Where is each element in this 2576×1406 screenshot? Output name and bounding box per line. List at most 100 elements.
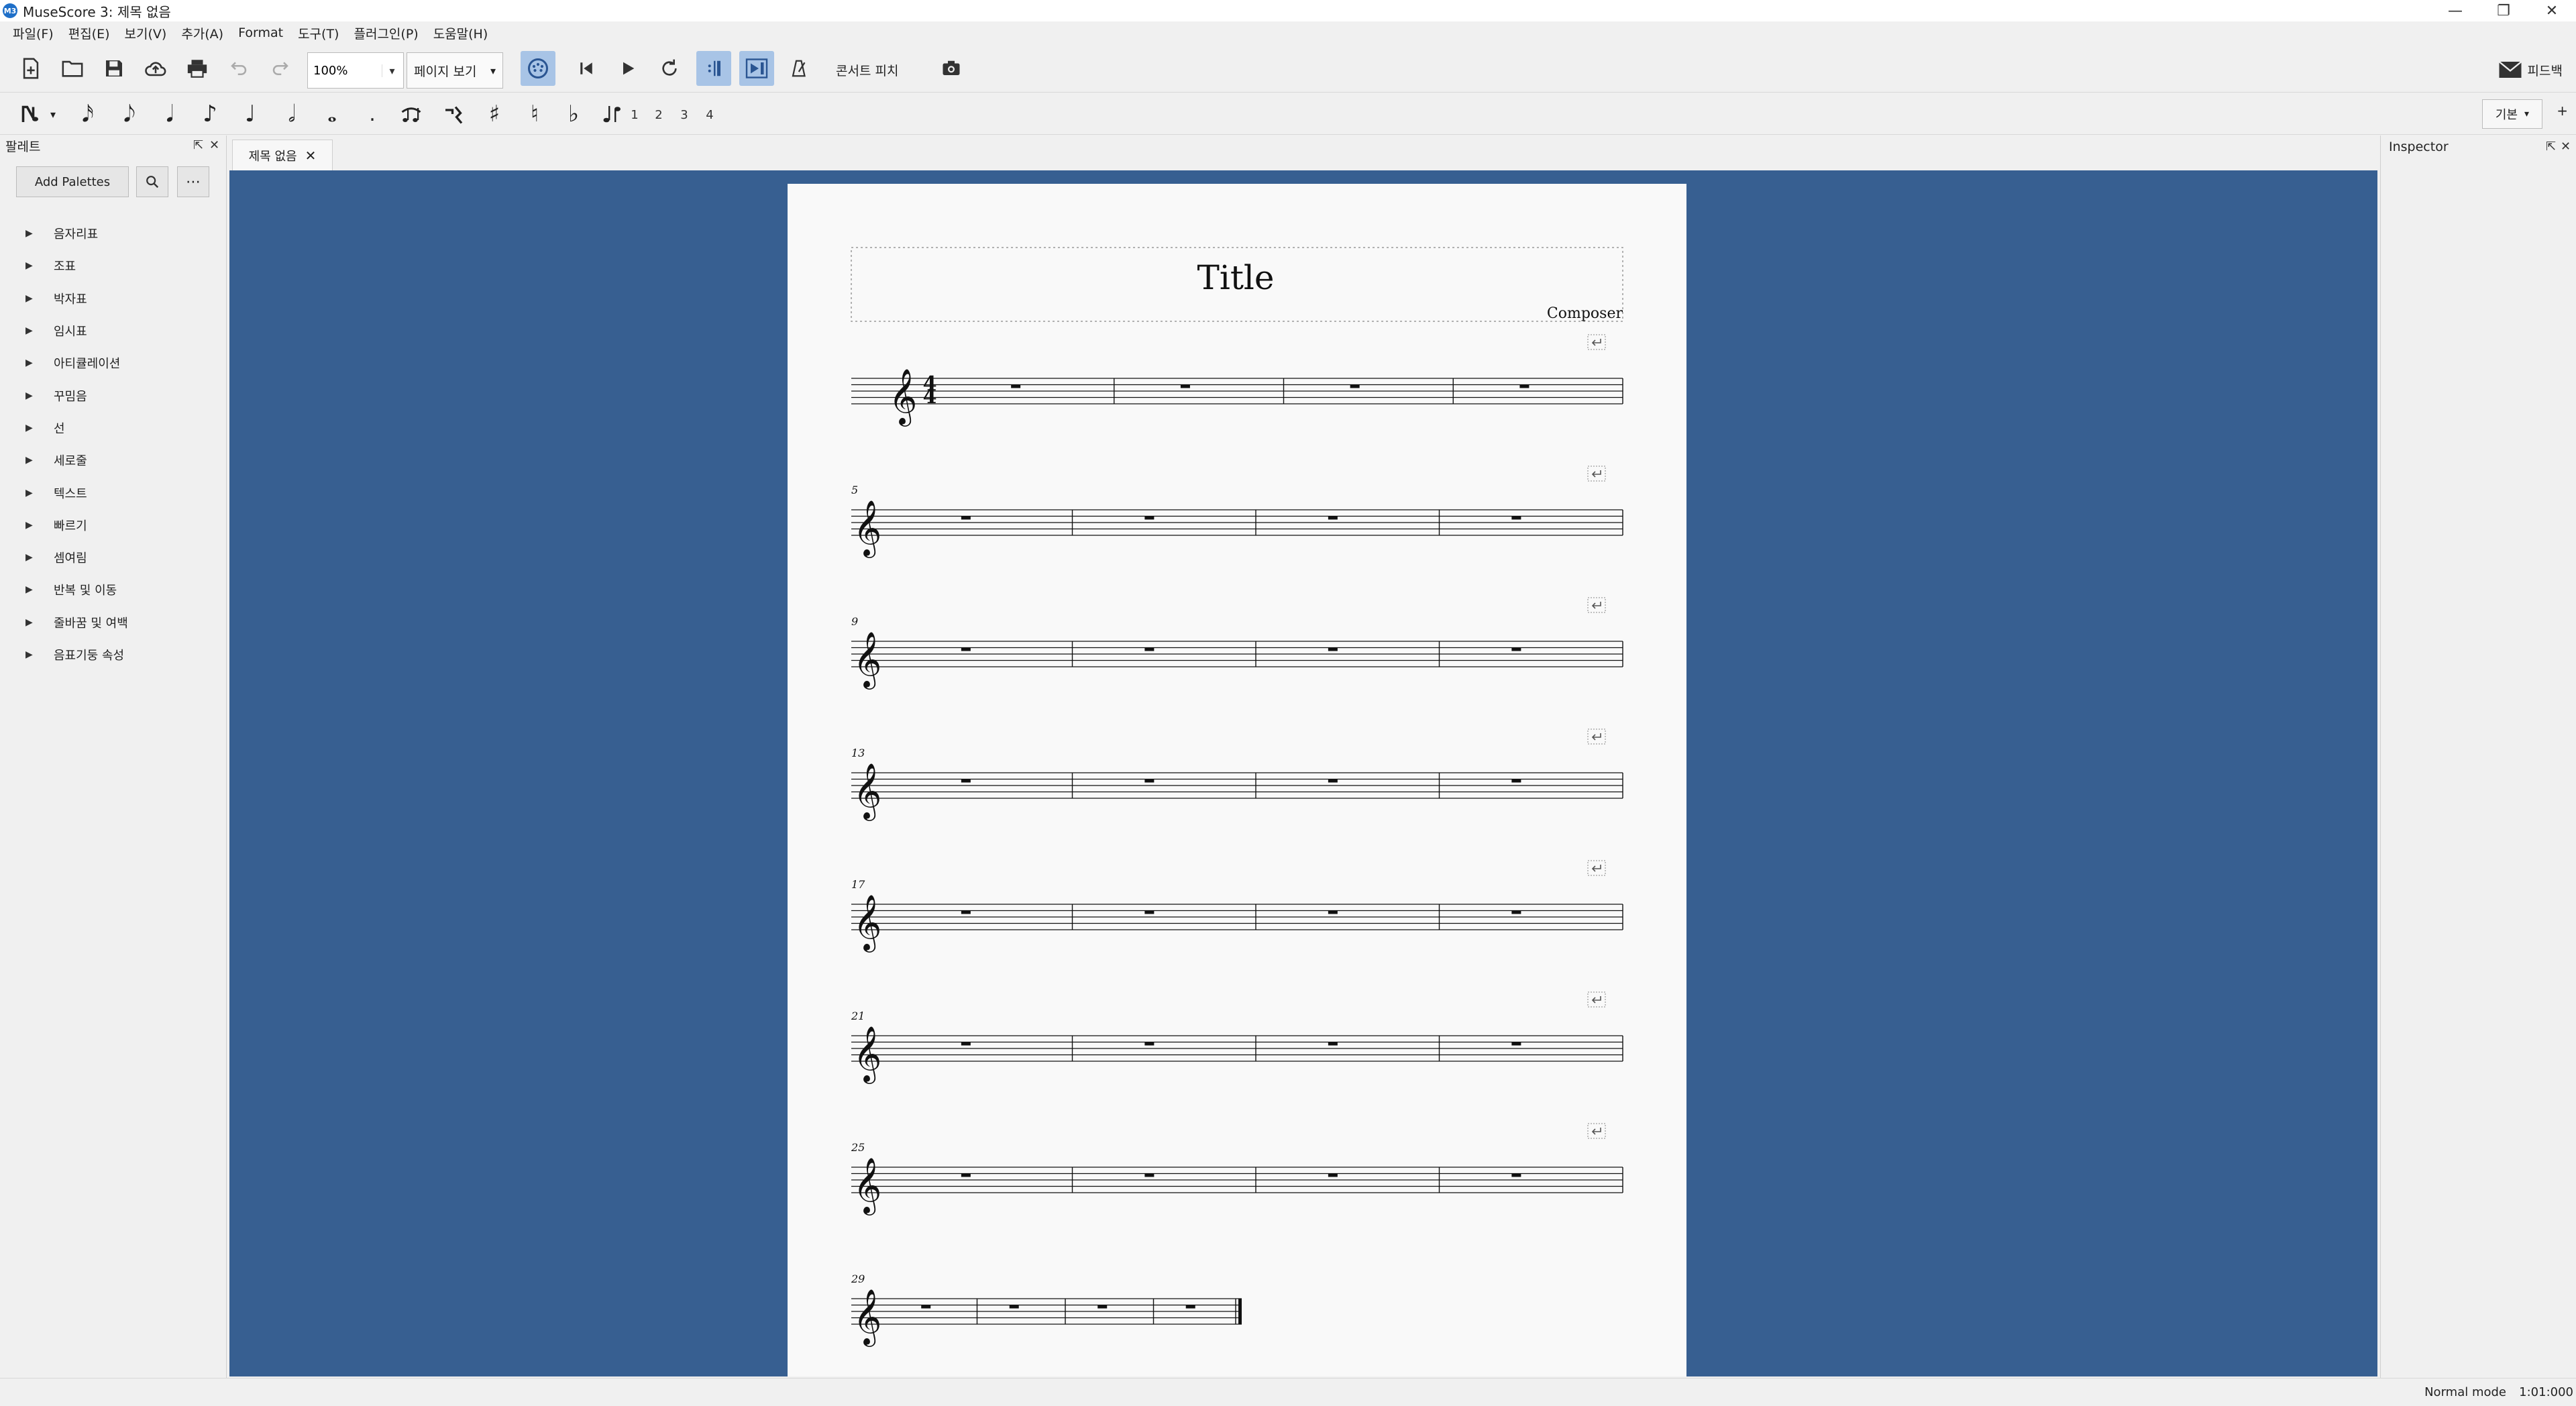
measure-number[interactable]: 29 bbox=[851, 1273, 865, 1285]
voice-3-button[interactable]: 3 bbox=[672, 103, 696, 127]
menu-tools[interactable]: 도구(T) bbox=[290, 24, 346, 42]
menu-help[interactable]: 도움말(H) bbox=[426, 24, 496, 42]
whole-rest[interactable] bbox=[1144, 1173, 1155, 1177]
palette-item-accidentals[interactable]: ▶ 임시표 bbox=[0, 315, 227, 347]
whole-rest[interactable] bbox=[1328, 910, 1338, 914]
duration-32nd-button[interactable]: 𝅘𝅥𝅮 bbox=[113, 97, 146, 131]
sharp-button[interactable]: ♯ bbox=[478, 97, 511, 131]
duration-half-button[interactable]: 𝅗𝅥 bbox=[275, 97, 309, 131]
voice-4-button[interactable]: 4 bbox=[698, 103, 722, 127]
undock-icon[interactable]: ⇱ bbox=[2546, 140, 2556, 154]
duration-whole-button[interactable]: 𝅝 bbox=[315, 97, 349, 131]
measure-number[interactable]: 21 bbox=[851, 1010, 865, 1022]
score-page[interactable]: Title Composer 𝄞 4 4 𝄞 5 𝄞 9 𝄞 13 𝄞 17 𝄞 21 𝄞 25 𝄞 29 bbox=[788, 184, 1686, 1376]
tie-button[interactable] bbox=[394, 97, 428, 131]
natural-button[interactable]: ♮ bbox=[518, 97, 551, 131]
system-break-marker[interactable] bbox=[1587, 334, 1606, 350]
zoom-combo[interactable]: ▾ bbox=[307, 52, 404, 89]
close-tab-icon[interactable]: ✕ bbox=[305, 148, 317, 164]
voice-1-button[interactable]: 1 bbox=[623, 103, 647, 127]
augmentation-dot-button[interactable]: . bbox=[356, 97, 389, 131]
score-canvas[interactable]: Title Composer 𝄞 4 4 𝄞 5 𝄞 9 𝄞 13 𝄞 17 𝄞 21 𝄞 25 𝄞 29 bbox=[229, 170, 2377, 1376]
menu-plugins[interactable]: 플러그인(P) bbox=[346, 24, 425, 42]
final-barline-thick[interactable] bbox=[1238, 1299, 1242, 1324]
concert-pitch-toggle[interactable]: 콘서트 피치 bbox=[836, 58, 898, 82]
treble-clef[interactable]: 𝄞 bbox=[853, 499, 882, 558]
duration-16th-button[interactable]: 𝅘𝅥 bbox=[153, 97, 186, 131]
whole-rest[interactable] bbox=[1180, 384, 1190, 388]
whole-rest[interactable] bbox=[961, 1042, 971, 1046]
treble-clef[interactable]: 𝄞 bbox=[889, 368, 918, 427]
close-panel-icon[interactable]: ✕ bbox=[209, 138, 219, 152]
save-online-button[interactable] bbox=[138, 51, 173, 86]
chevron-down-icon[interactable]: ▾ bbox=[382, 64, 402, 77]
palette-item-beam-properties[interactable]: ▶ 음표기둥 속성 bbox=[0, 639, 227, 671]
palette-item-barlines[interactable]: ▶ 세로줄 bbox=[0, 444, 227, 476]
palette-item-dynamics[interactable]: ▶ 셈여림 bbox=[0, 541, 227, 574]
whole-rest[interactable] bbox=[1097, 1305, 1108, 1309]
chevron-down-icon[interactable]: ▾ bbox=[43, 97, 63, 131]
whole-rest[interactable] bbox=[961, 910, 971, 914]
duration-eighth-button[interactable]: ♪ bbox=[193, 97, 227, 131]
whole-rest[interactable] bbox=[921, 1305, 931, 1309]
metronome-button[interactable] bbox=[782, 51, 817, 86]
treble-clef[interactable]: 𝄞 bbox=[853, 894, 882, 953]
flat-button[interactable]: ♭ bbox=[557, 97, 590, 131]
workspace-select[interactable]: 기본 ▾ bbox=[2482, 99, 2542, 129]
tab-untitled[interactable]: 제목 없음 ✕ bbox=[232, 140, 333, 170]
whole-rest[interactable] bbox=[1511, 1173, 1521, 1177]
feedback-button[interactable]: 피드백 bbox=[2498, 58, 2563, 82]
voice-2-button[interactable]: 2 bbox=[647, 103, 671, 127]
close-panel-icon[interactable]: ✕ bbox=[2561, 140, 2571, 154]
duration-64th-button[interactable]: 𝅘𝅥𝅯 bbox=[71, 97, 105, 131]
menu-view[interactable]: 보기(V) bbox=[117, 24, 174, 42]
treble-clef[interactable]: 𝄞 bbox=[853, 631, 882, 690]
whole-rest[interactable] bbox=[1328, 516, 1338, 520]
add-workspace-button[interactable]: + bbox=[2557, 103, 2568, 119]
menu-format[interactable]: Format bbox=[231, 25, 290, 40]
palette-item-lines[interactable]: ▶ 선 bbox=[0, 412, 227, 444]
score-composer[interactable]: Composer bbox=[1547, 305, 1623, 322]
treble-clef[interactable]: 𝄞 bbox=[853, 1288, 882, 1347]
palette-item-key-signatures[interactable]: ▶ 조표 bbox=[0, 250, 227, 282]
pan-score-button[interactable] bbox=[739, 51, 774, 86]
system-break-marker[interactable] bbox=[1587, 728, 1606, 745]
whole-rest[interactable] bbox=[961, 516, 971, 520]
palette-item-time-signatures[interactable]: ▶ 박자표 bbox=[0, 282, 227, 315]
play-repeats-button[interactable] bbox=[696, 51, 731, 86]
treble-clef[interactable]: 𝄞 bbox=[853, 1025, 882, 1084]
whole-rest[interactable] bbox=[1144, 647, 1155, 651]
play-button[interactable] bbox=[610, 51, 645, 86]
palette-search-button[interactable] bbox=[136, 166, 168, 197]
save-button[interactable] bbox=[97, 51, 131, 86]
new-score-button[interactable] bbox=[13, 51, 48, 86]
whole-rest[interactable] bbox=[1328, 779, 1338, 783]
palette-item-ornaments[interactable]: ▶ 꾸밈음 bbox=[0, 379, 227, 411]
image-capture-button[interactable] bbox=[934, 51, 969, 86]
whole-rest[interactable] bbox=[1511, 1042, 1521, 1046]
whole-rest[interactable] bbox=[1511, 647, 1521, 651]
system-break-marker[interactable] bbox=[1587, 466, 1606, 482]
rest-button[interactable] bbox=[439, 97, 472, 131]
whole-rest[interactable] bbox=[1185, 1305, 1195, 1309]
open-button[interactable] bbox=[55, 51, 90, 86]
whole-rest[interactable] bbox=[1011, 384, 1021, 388]
whole-rest[interactable] bbox=[1511, 779, 1521, 783]
measure-number[interactable]: 17 bbox=[851, 878, 865, 891]
rewind-button[interactable] bbox=[569, 51, 604, 86]
measure-number[interactable]: 9 bbox=[851, 615, 858, 628]
measure-number[interactable]: 25 bbox=[851, 1141, 865, 1154]
add-palettes-button[interactable]: Add Palettes bbox=[16, 166, 129, 197]
treble-clef[interactable]: 𝄞 bbox=[853, 762, 882, 821]
redo-button[interactable] bbox=[263, 51, 298, 86]
system-break-marker[interactable] bbox=[1587, 860, 1606, 876]
undo-button[interactable] bbox=[221, 51, 256, 86]
time-signature-denominator[interactable]: 4 bbox=[923, 385, 937, 409]
palette-item-repeats-jumps[interactable]: ▶ 반복 및 이동 bbox=[0, 574, 227, 606]
duration-quarter-button[interactable]: ♩ bbox=[233, 97, 267, 131]
zoom-input[interactable] bbox=[308, 54, 382, 87]
system-break-marker[interactable] bbox=[1587, 597, 1606, 613]
treble-clef[interactable]: 𝄞 bbox=[853, 1156, 882, 1215]
note-input-mode-button[interactable] bbox=[521, 51, 555, 86]
palette-item-articulations[interactable]: ▶ 아티큘레이션 bbox=[0, 347, 227, 379]
